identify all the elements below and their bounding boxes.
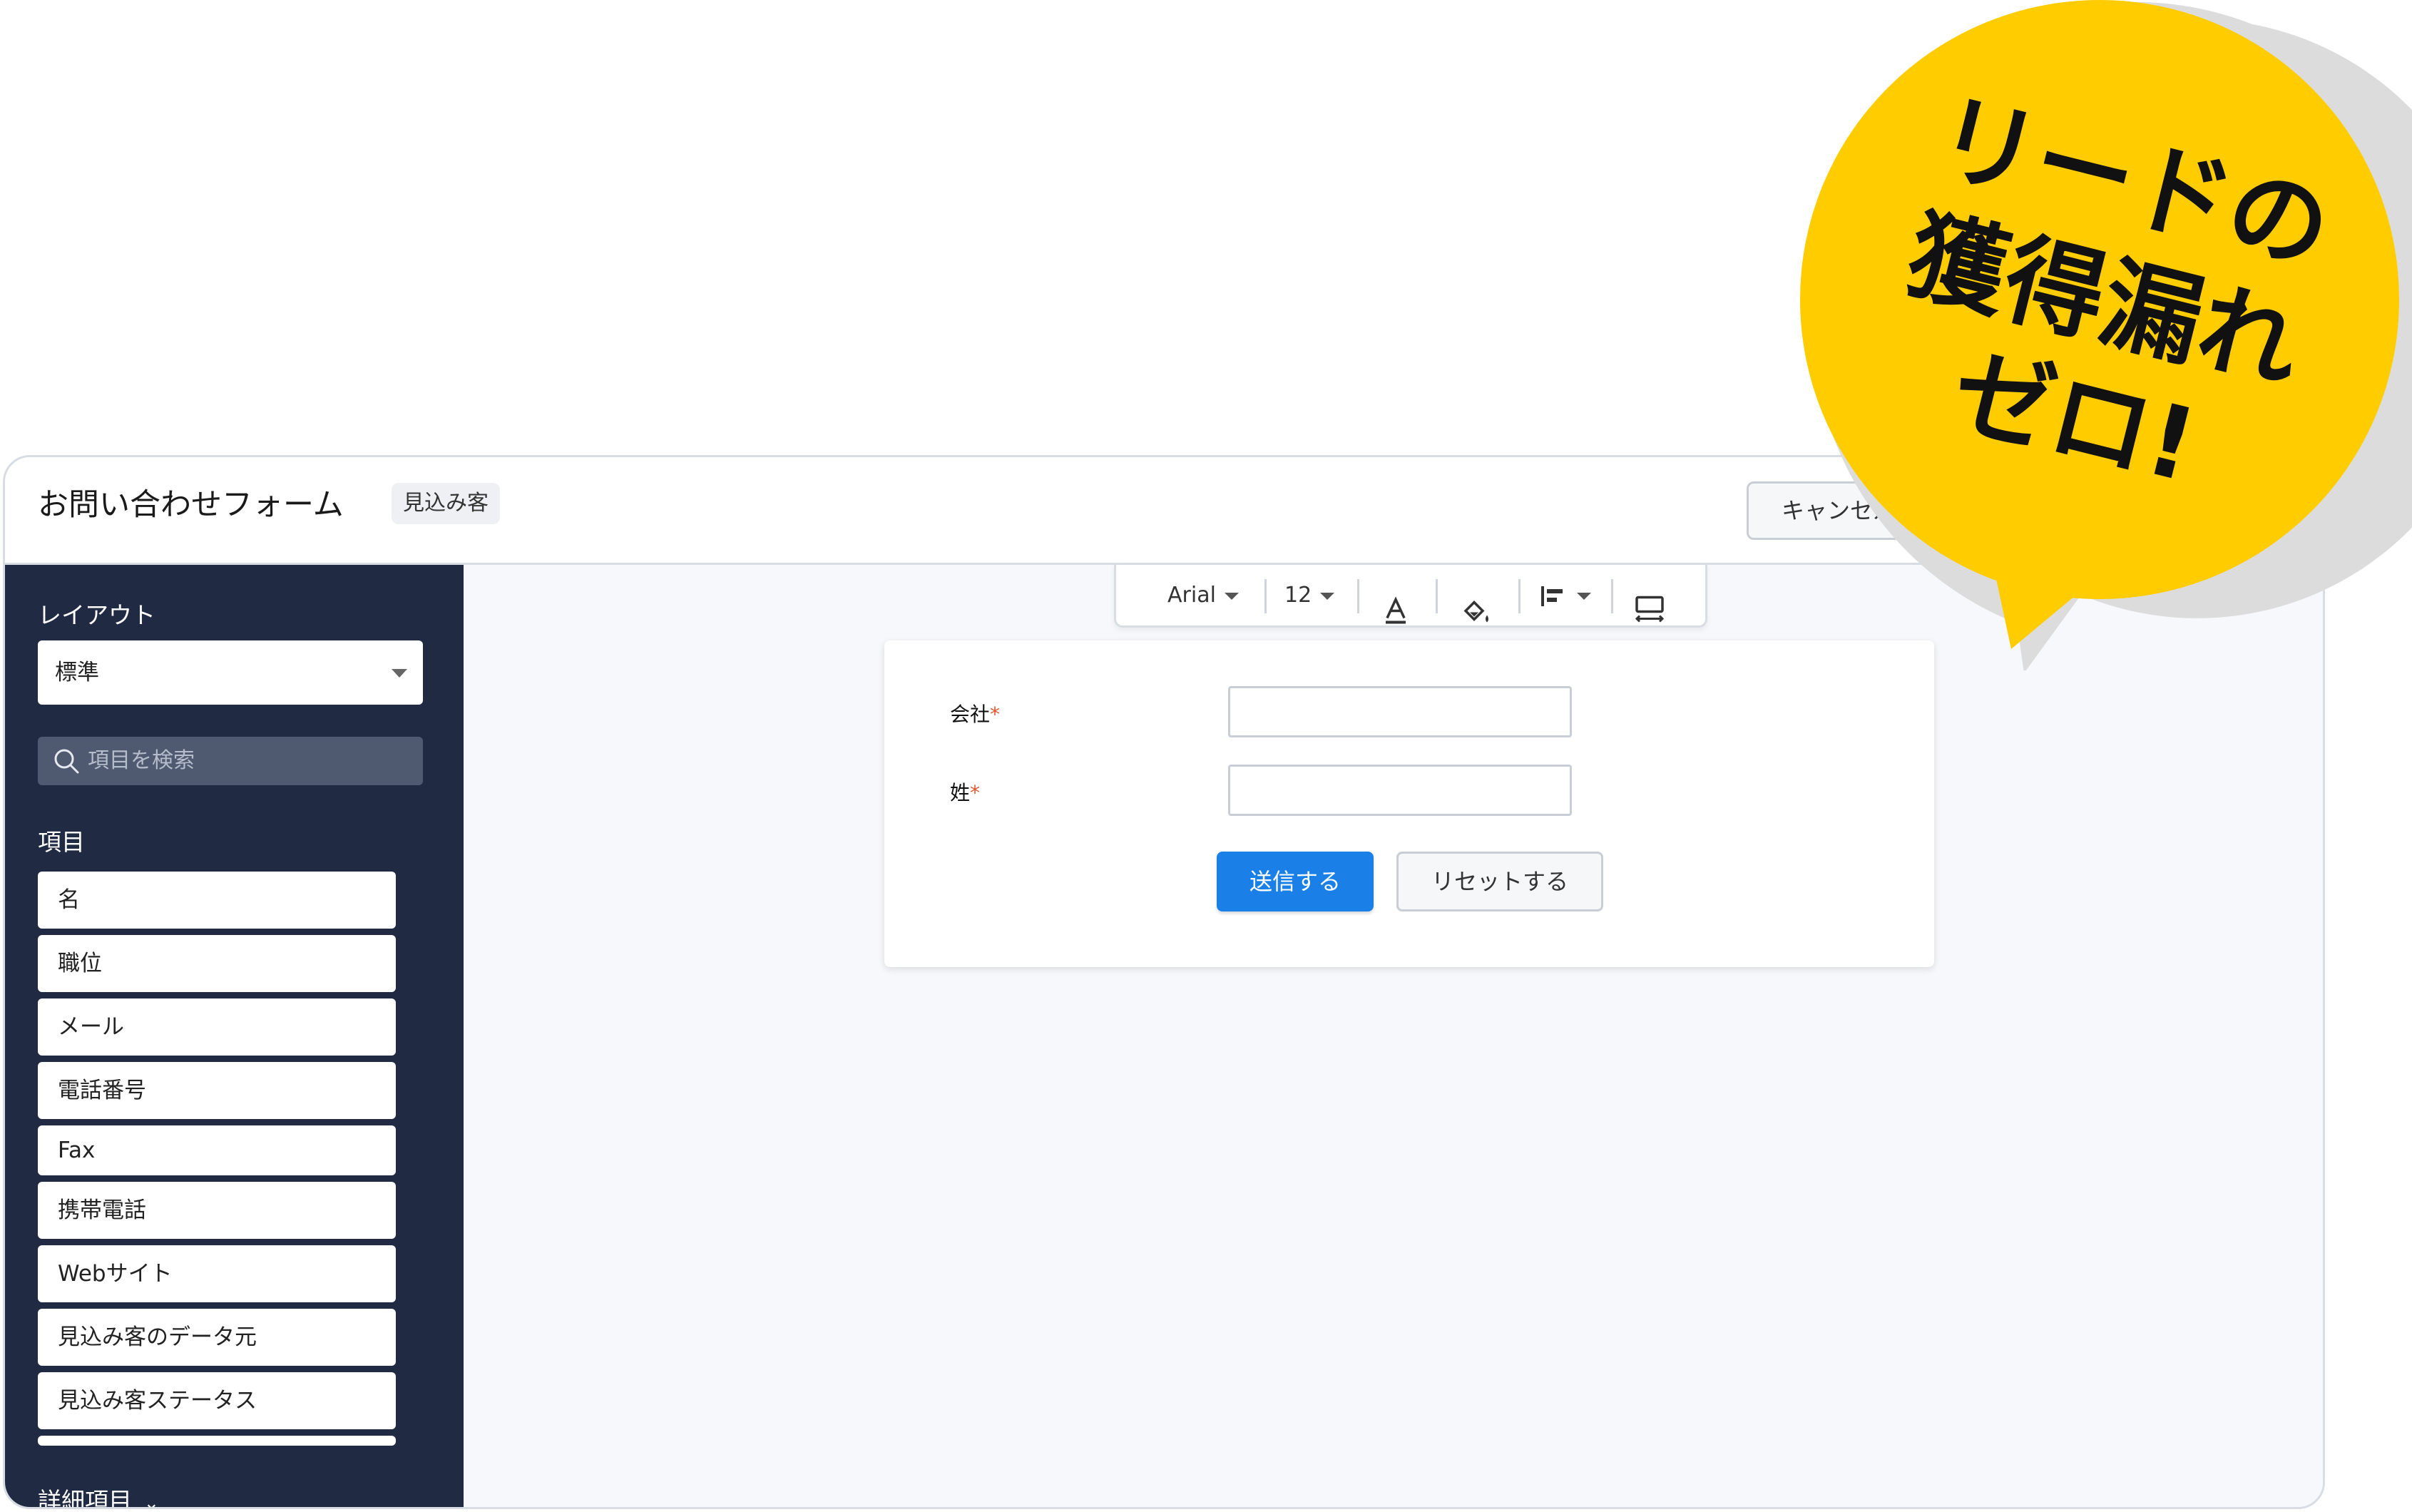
field-search-input[interactable]: 項目を検索 [38,737,423,785]
layout-select-value: 標準 [55,660,99,685]
toolbar-divider [1357,579,1359,613]
field-item[interactable]: Fax [38,1125,396,1175]
reset-button[interactable]: リセットする [1396,852,1603,911]
chevron-down-icon [1320,592,1335,600]
last-name-input[interactable] [1228,765,1572,816]
chevron-down-icon [1577,592,1591,600]
form-canvas: Arial 12 会社* 姓* 送信する リセットする [464,565,2323,1507]
advanced-fields-label[interactable]: 詳細項目 ⌄ [38,1482,160,1509]
company-label: 会社* [950,699,1000,727]
field-item[interactable]: Webサイト [38,1245,396,1302]
fields-label: 項目 [38,828,85,856]
toolbar-divider [1518,579,1521,613]
format-toolbar: Arial 12 [1114,565,1707,628]
company-input[interactable] [1228,686,1572,737]
font-select-value: Arial [1167,583,1216,608]
align-select[interactable] [1537,565,1591,625]
field-item[interactable]: 携帯電話 [38,1182,396,1239]
layout-label: レイアウト [38,601,155,629]
toolbar-divider [1436,579,1438,613]
field-item[interactable]: 職位 [38,935,396,992]
page-title: お問い合わせフォーム [38,487,344,523]
chevron-down-icon [392,669,407,678]
font-size-value: 12 [1284,583,1312,608]
align-icon [1541,586,1563,606]
callout-bubble: リードの 獲得漏れ ゼロ! [1800,0,2412,670]
width-icon[interactable] [1632,579,1667,640]
search-icon [54,749,79,774]
last-name-label-text: 姓 [950,781,971,804]
required-mark: * [970,781,981,804]
form-preview: 会社* 姓* 送信する リセットする [884,640,1934,967]
company-label-text: 会社 [950,703,991,726]
font-select[interactable]: Arial [1167,565,1239,625]
field-item[interactable]: 見込み客のデータ元 [38,1309,396,1366]
toolbar-divider [1611,579,1613,613]
sidebar: レイアウト 標準 項目を検索 項目 名 職位 メール 電話番号 Fax 携帯電話… [5,565,464,1507]
chevron-down-icon [1224,592,1239,600]
toolbar-divider [1264,579,1267,613]
search-placeholder: 項目を検索 [88,748,195,773]
field-item[interactable]: 電話番号 [38,1062,396,1119]
field-item-partial[interactable] [38,1436,396,1446]
field-item[interactable]: 名 [38,872,396,929]
required-mark: * [990,703,1001,726]
font-size-select[interactable]: 12 [1284,565,1335,625]
field-item[interactable]: 見込み客ステータス [38,1372,396,1429]
layout-select[interactable]: 標準 [38,640,423,705]
last-name-label: 姓* [950,777,980,806]
fill-color-icon[interactable] [1460,581,1493,641]
text-color-icon[interactable] [1380,581,1411,641]
field-item[interactable]: メール [38,998,396,1056]
chevron-down-icon: ⌄ [143,1493,160,1509]
submit-button[interactable]: 送信する [1217,852,1374,911]
advanced-fields-text: 詳細項目 [38,1487,132,1509]
object-badge: 見込み客 [392,483,500,524]
